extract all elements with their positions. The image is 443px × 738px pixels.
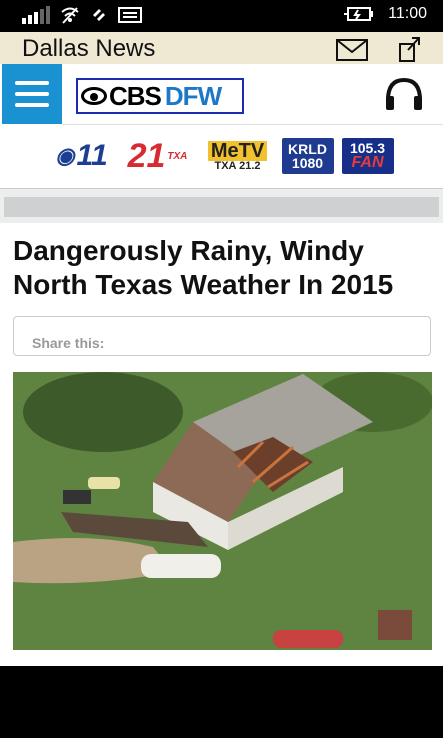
- open-external-icon[interactable]: [398, 36, 422, 62]
- station-logos: ◉ 11 21 TXA MeTV TXA 21.2 KRLD 1080 105.3 …: [0, 126, 443, 186]
- battery-charging-icon: [344, 7, 374, 21]
- sync-icon: [93, 9, 105, 21]
- wifi-icon: [61, 7, 79, 24]
- station-krld[interactable]: KRLD 1080: [281, 138, 334, 174]
- article-headline: Dangerously Rainy, Windy North Texas Wea…: [13, 235, 394, 300]
- headphones-icon[interactable]: [383, 76, 425, 112]
- mail-icon[interactable]: [336, 39, 368, 61]
- station-cbs11[interactable]: ◉ 11: [50, 138, 114, 174]
- clock: 11:00: [388, 5, 427, 22]
- signal-icon: [22, 6, 50, 24]
- share-label: Share this:: [32, 335, 105, 351]
- cbs-eye-icon: [81, 87, 107, 105]
- status-bar: 11:00: [0, 0, 443, 32]
- station-txa21[interactable]: 21 TXA: [122, 137, 194, 175]
- app-title: Dallas News: [22, 35, 156, 62]
- article-photo: [13, 372, 432, 650]
- bottom-bar: [0, 666, 443, 738]
- menu-button[interactable]: [2, 64, 62, 124]
- nav-bar: [0, 188, 443, 223]
- web-content[interactable]: CBS DFW ◉ 11 21 TXA MeTV TXA 21.2 KRLD 108…: [0, 64, 443, 666]
- app-bar: Dallas News: [0, 32, 443, 64]
- station-fan[interactable]: 105.3 FAN: [341, 138, 394, 174]
- cbs-dfw-logo[interactable]: CBS DFW: [76, 78, 244, 114]
- share-box[interactable]: Share this:: [13, 316, 431, 356]
- station-metv[interactable]: MeTV TXA 21.2: [202, 138, 274, 174]
- message-icon: [118, 7, 142, 23]
